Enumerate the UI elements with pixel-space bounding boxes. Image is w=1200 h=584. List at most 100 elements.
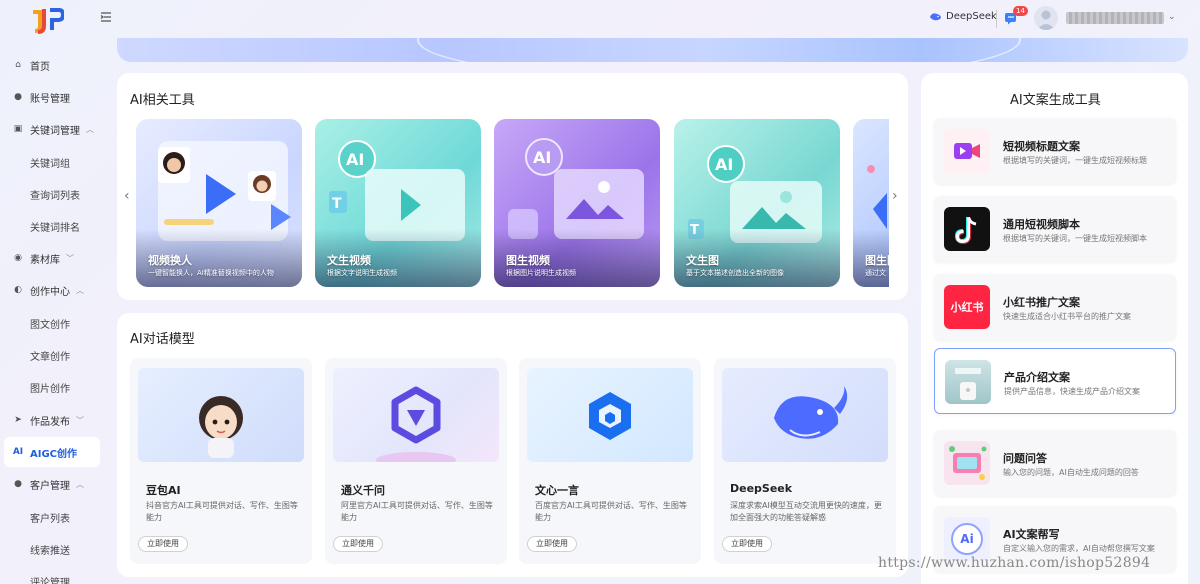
copy-title: 产品介绍文案 xyxy=(1004,371,1070,384)
sidebar-item-comments[interactable]: 评论管理 xyxy=(30,574,70,584)
chevron-right-icon[interactable]: › xyxy=(892,188,898,204)
sidebar-item-keyword-rank[interactable]: 关键词排名 xyxy=(30,219,80,239)
use-now-button[interactable]: 立即使用 xyxy=(333,536,383,552)
copy-desc: 提供产品信息，快速生成产品介绍文案 xyxy=(1004,387,1140,396)
question-answer-icon xyxy=(944,441,990,485)
sidebar-item-aigc[interactable]: AI AIGC创作 xyxy=(4,437,100,467)
sidebar-item-lead-push[interactable]: 线索推送 xyxy=(30,542,70,562)
tool-name: 视频换人 xyxy=(148,254,192,267)
top-banner[interactable] xyxy=(117,38,1188,62)
model-card-deepseek[interactable]: DeepSeek 深度求索AI模型互动交流用更快的速度，更加全面强大的功能答疑解… xyxy=(714,358,896,564)
library-icon: ◉ xyxy=(14,253,22,263)
sidebar-item-label: 创作中心 xyxy=(30,286,70,298)
keyword-icon: ▣ xyxy=(13,124,23,134)
copy-card-video-title[interactable]: 短视频标题文案 根据填写的关键词，一键生成短视频标题 xyxy=(934,118,1176,184)
svg-text:T: T xyxy=(332,196,342,212)
ai-badge: AI xyxy=(346,150,364,169)
menu-fold-icon[interactable] xyxy=(100,11,114,25)
users-icon: ● xyxy=(14,92,22,102)
chevron-left-icon[interactable]: ‹ xyxy=(124,188,130,204)
sidebar-item-customers[interactable]: ● 客户管理 ︿ xyxy=(4,469,100,499)
copy-card-product-intro[interactable]: 产品介绍文案 提供产品信息，快速生成产品介绍文案 xyxy=(934,348,1176,414)
sidebar-item-label: 首页 xyxy=(30,61,50,73)
copy-title: 短视频标题文案 xyxy=(1003,140,1080,153)
model-card-tongyi[interactable]: 通义千问 阿里官方AI工具可提供对话、写作、生图等能力 立即使用 xyxy=(325,358,507,564)
user-avatar[interactable] xyxy=(1034,6,1058,30)
tiktok-icon xyxy=(944,207,990,251)
doubao-image xyxy=(138,368,304,462)
chevron-down-icon[interactable]: ⌄ xyxy=(1168,12,1176,22)
ai-tools-title: AI相关工具 xyxy=(130,93,195,108)
copy-title: 通用短视频脚本 xyxy=(1003,218,1080,231)
sidebar-item-article-create[interactable]: 文章创作 xyxy=(30,348,70,368)
sidebar-item-label: 关键词管理 xyxy=(30,125,80,137)
wenxin-image xyxy=(527,368,693,462)
sidebar-item-library[interactable]: ◉ 素材库 ﹀ xyxy=(4,243,100,273)
deepseek-label: DeepSeek xyxy=(946,11,997,22)
sidebar-item-customer-list[interactable]: 客户列表 xyxy=(30,510,70,530)
copy-title: 小红书推广文案 xyxy=(1003,296,1080,309)
chevron-down-icon: ﹀ xyxy=(76,415,84,425)
sidebar-item-label: 客户管理 xyxy=(30,480,70,492)
xiaohongshu-logo-text: 小红书 xyxy=(950,301,984,314)
sidebar-item-graphic-create[interactable]: 图文创作 xyxy=(30,316,70,336)
copy-desc: 自定义输入您的需求，AI自动帮您撰写文案 xyxy=(1003,544,1155,553)
model-card-wenxin[interactable]: 文心一言 百度官方AI工具可提供对话、写作、生图等能力 立即使用 xyxy=(519,358,701,564)
tool-card-video-face-swap[interactable]: 视频换人 一键智能换人，AI精准替换视频中的人物 xyxy=(136,119,302,287)
model-name: 豆包AI xyxy=(146,484,181,497)
deepseek-link[interactable]: DeepSeek xyxy=(929,11,997,22)
sidebar-item-label: 作品发布 xyxy=(30,416,70,428)
tool-card-image-to-image[interactable]: 图生图 通过文 xyxy=(853,119,889,287)
copy-desc: 输入您的问题，AI自动生成问题的回答 xyxy=(1003,468,1139,477)
ai-copy-tools-title: AI文案生成工具 xyxy=(1010,93,1101,108)
sidebar-item-image-create[interactable]: 图片创作 xyxy=(30,380,70,400)
copy-card-xiaohongshu[interactable]: 小红书 小红书推广文案 快速生成适合小红书平台的推广文案 xyxy=(934,274,1176,340)
tool-card-text-to-image[interactable]: AI T 文生图 基于文本描述创造出全新的图像 xyxy=(674,119,840,287)
tool-desc: 通过文 xyxy=(865,269,886,277)
model-desc: 阿里官方AI工具可提供对话、写作、生图等能力 xyxy=(341,501,493,522)
tool-desc: 基于文本描述创造出全新的图像 xyxy=(686,269,784,277)
tool-name: 图生图 xyxy=(865,254,889,267)
copy-desc: 根据填写的关键词，一键生成短视频标题 xyxy=(1003,156,1147,165)
home-icon: ⌂ xyxy=(15,60,21,70)
sidebar-item-home[interactable]: ⌂ 首页 xyxy=(4,50,100,80)
app-logo[interactable] xyxy=(30,6,66,34)
model-desc: 抖音官方AI工具可提供对话、写作、生图等能力 xyxy=(146,501,298,522)
tool-card-text-to-video[interactable]: AI T 文生视频 根据文字说明生成视频 xyxy=(315,119,481,287)
copy-card-video-script[interactable]: 通用短视频脚本 根据填写的关键词，一键生成短视频脚本 xyxy=(934,196,1176,262)
customer-icon: ● xyxy=(14,479,22,489)
tool-name: 图生视频 xyxy=(506,254,550,267)
use-now-button[interactable]: 立即使用 xyxy=(527,536,577,552)
create-icon: ◐ xyxy=(14,285,22,295)
tool-desc: 根据图片说明生成视频 xyxy=(506,269,576,277)
deepseek-whale-icon xyxy=(930,12,941,20)
sidebar-item-keywords[interactable]: ▣ 关键词管理 ︿ xyxy=(4,114,100,144)
model-card-doubao[interactable]: 豆包AI 抖音官方AI工具可提供对话、写作、生图等能力 立即使用 xyxy=(130,358,312,564)
sidebar-item-publish[interactable]: ➤ 作品发布 ﹀ xyxy=(4,405,100,435)
chevron-up-icon: ︿ xyxy=(76,479,84,489)
copy-desc: 快速生成适合小红书平台的推广文案 xyxy=(1003,312,1131,321)
publish-icon: ➤ xyxy=(14,415,22,425)
model-name: DeepSeek xyxy=(730,482,793,495)
tool-card-image-to-video[interactable]: AI 图生视频 根据图片说明生成视频 xyxy=(494,119,660,287)
tool-name: 文生图 xyxy=(686,254,719,267)
sidebar-item-query-list[interactable]: 查询词列表 xyxy=(30,187,80,207)
copy-title: AI文案帮写 xyxy=(1003,528,1060,541)
sidebar-item-accounts[interactable]: ● 账号管理 xyxy=(4,82,100,112)
sidebar-item-keyword-groups[interactable]: 关键词组 xyxy=(30,155,70,175)
use-now-button[interactable]: 立即使用 xyxy=(722,536,772,552)
use-now-button[interactable]: 立即使用 xyxy=(138,536,188,552)
model-desc: 百度官方AI工具可提供对话、写作、生图等能力 xyxy=(535,501,687,522)
chevron-down-icon: ﹀ xyxy=(66,253,74,263)
tongyi-image xyxy=(333,368,499,462)
sidebar-nav: ⌂ 首页 ● 账号管理 ▣ 关键词管理 ︿ 关键词组 查询词列表 关键词排名 ◉… xyxy=(0,48,104,584)
sidebar-item-create-center[interactable]: ◐ 创作中心 ︿ xyxy=(4,275,100,305)
sidebar-item-label: 素材库 xyxy=(30,254,60,266)
video-camera-icon xyxy=(944,129,990,173)
tool-desc: 根据文字说明生成视频 xyxy=(327,269,397,277)
copy-card-qa[interactable]: 问题问答 输入您的问题，AI自动生成问题的回答 xyxy=(934,430,1176,496)
model-name: 通义千问 xyxy=(341,484,385,497)
username-blurred[interactable] xyxy=(1066,12,1164,24)
tool-name: 文生视频 xyxy=(327,254,371,267)
model-name: 文心一言 xyxy=(535,484,579,497)
